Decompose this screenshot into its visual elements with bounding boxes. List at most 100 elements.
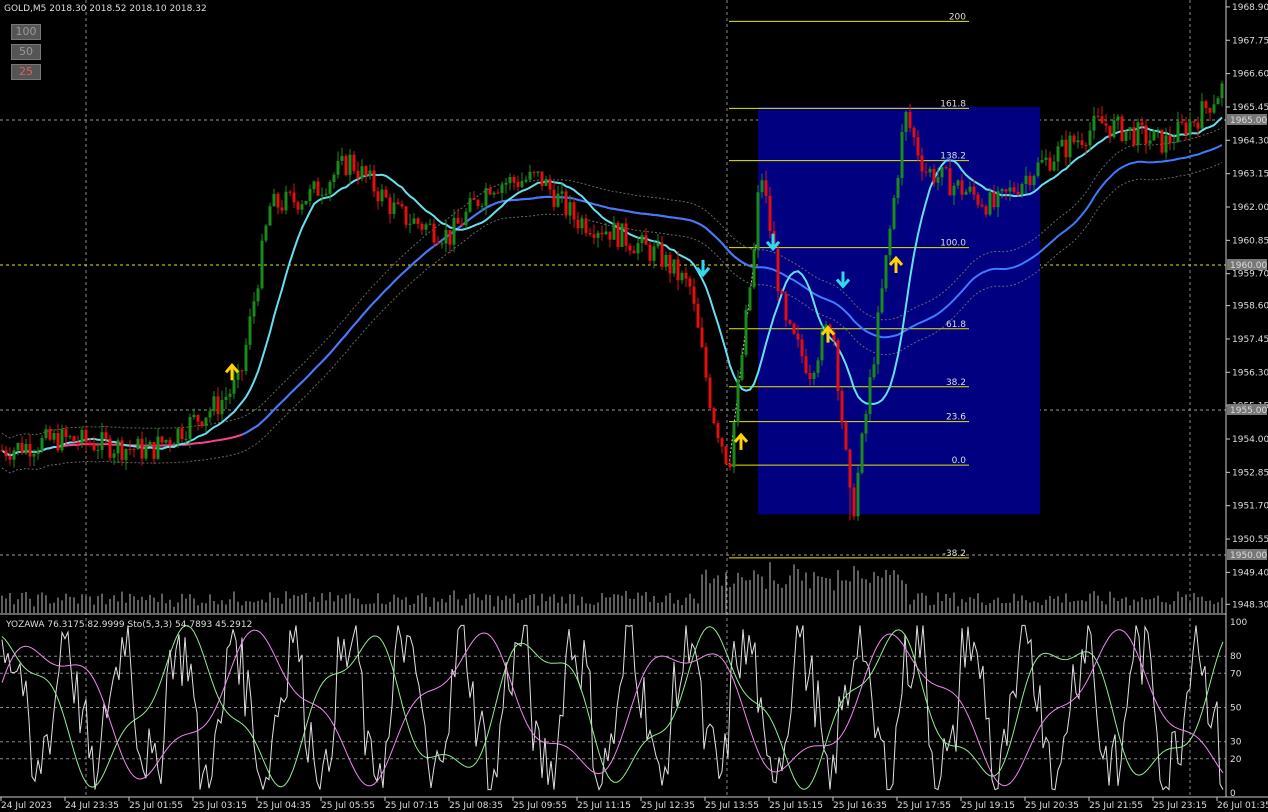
- price-bar-body: [640, 235, 644, 244]
- price-bar-body: [1196, 122, 1200, 129]
- price-bar-body: [492, 192, 496, 195]
- price-bar-body: [932, 168, 936, 183]
- price-bar-body: [356, 170, 360, 179]
- zoom-button-25[interactable]: 25: [11, 64, 41, 80]
- price-bar-body: [376, 191, 380, 202]
- price-bar-body: [1128, 127, 1132, 131]
- price-bar-body: [184, 438, 188, 440]
- price-bar-body: [416, 218, 420, 224]
- price-bar-body: [348, 154, 352, 175]
- indicator-label: YOZAWA 76.3175 82.9999 Sto(5,3,3) 54.789…: [5, 620, 252, 630]
- price-bar-body: [1208, 107, 1212, 113]
- price-bar-body: [952, 185, 956, 196]
- price-bar-body: [164, 439, 168, 443]
- price-bar-body: [1112, 120, 1116, 138]
- price-bar-body: [968, 186, 972, 192]
- price-bar-body: [396, 202, 400, 204]
- price-tick-label: 1950.55: [1232, 535, 1268, 545]
- price-bar-body: [1000, 189, 1004, 192]
- price-bar-body: [304, 200, 308, 205]
- price-bar-body: [1100, 116, 1104, 124]
- price-bar-body: [1028, 175, 1032, 186]
- price-bar-body: [56, 433, 60, 451]
- price-bar-body: [428, 223, 432, 225]
- price-bar-body: [292, 192, 296, 203]
- fib-label: 100.0: [940, 239, 966, 249]
- price-bar-body: [648, 244, 652, 261]
- price-bar-body: [136, 438, 140, 450]
- zoom-button-50[interactable]: 50: [11, 44, 41, 60]
- price-bar-body: [224, 396, 228, 401]
- price-bar-body: [868, 377, 872, 415]
- price-bar-body: [480, 205, 484, 207]
- price-bar-body: [360, 166, 364, 179]
- price-bar-body: [456, 217, 460, 224]
- price-tick-label: 1954.00: [1232, 435, 1268, 445]
- time-label: 25 Jul 16:35: [833, 801, 887, 811]
- price-bar-body: [748, 287, 752, 311]
- chart-canvas[interactable]: 200161.8138.2100.061.838.223.60.0-38.2 1…: [0, 0, 1268, 812]
- price-bar-body: [576, 219, 580, 229]
- price-bar-body: [1156, 129, 1160, 131]
- price-bar-body: [120, 440, 124, 460]
- highlight-box: [758, 106, 1040, 515]
- price-bar-body: [380, 189, 384, 202]
- price-bar-body: [884, 255, 888, 289]
- price-bar-body: [808, 373, 812, 379]
- price-bar-body: [1032, 175, 1036, 186]
- price-bar-body: [1160, 129, 1164, 153]
- price-bar-body: [460, 223, 464, 226]
- time-label: 24 Jul 2023: [1, 801, 52, 811]
- price-bar-body: [1044, 157, 1048, 161]
- price-bar-body: [172, 443, 176, 445]
- price-tick-label: 1956.30: [1232, 368, 1268, 378]
- price-bar-body: [84, 429, 88, 443]
- price-bar-body: [116, 440, 120, 454]
- price-tick-label: 1963.15: [1232, 170, 1268, 180]
- price-bar-body: [200, 421, 204, 427]
- price-bar-body: [240, 370, 244, 372]
- price-bar-body: [64, 429, 68, 438]
- price-bar-body: [516, 181, 520, 187]
- price-bar-body: [1076, 140, 1080, 143]
- price-bar-body: [392, 202, 396, 215]
- price-bar-body: [408, 223, 412, 225]
- price-bar-body: [1056, 146, 1060, 162]
- price-bar-body: [676, 259, 680, 281]
- price-bar-body: [588, 232, 592, 235]
- price-bar-body: [144, 445, 148, 459]
- price-bar-body: [688, 278, 692, 287]
- price-tick-label: 1960.85: [1232, 236, 1268, 246]
- price-tick-label: 1965.45: [1232, 103, 1268, 113]
- price-bar-body: [500, 184, 504, 193]
- price-bar-body: [572, 202, 576, 220]
- price-bar-body: [48, 429, 52, 440]
- price-bar-body: [544, 179, 548, 186]
- time-label: 24 Jul 23:35: [65, 801, 119, 811]
- time-label: 25 Jul 01:55: [129, 801, 183, 811]
- price-bar-body: [956, 180, 960, 186]
- price-tick-label: 1959.70: [1232, 270, 1268, 280]
- price-bar-body: [704, 347, 708, 378]
- price-bar-body: [0, 450, 4, 452]
- price-tick-label: 1951.70: [1232, 502, 1268, 512]
- price-bar-body: [780, 290, 784, 294]
- price-bar-body: [288, 191, 292, 193]
- price-bar-body: [1008, 187, 1012, 192]
- price-bar-body: [1080, 140, 1084, 145]
- price-bar-body: [892, 197, 896, 229]
- price-bar-body: [76, 442, 80, 444]
- price-bar-body: [700, 327, 704, 348]
- price-bar-body: [1184, 122, 1188, 136]
- zoom-button-100[interactable]: 100: [11, 24, 41, 40]
- price-bar-body: [280, 207, 284, 211]
- time-label: 25 Jul 21:55: [1089, 801, 1143, 811]
- price-bar-body: [424, 224, 428, 230]
- price-bar-body: [856, 472, 860, 517]
- price-bar-body: [1020, 184, 1024, 195]
- price-bar-body: [560, 191, 564, 194]
- price-bar-body: [1064, 139, 1068, 158]
- price-bar-body: [68, 436, 72, 438]
- price-bar-body: [844, 422, 848, 450]
- price-bar-body: [420, 223, 424, 230]
